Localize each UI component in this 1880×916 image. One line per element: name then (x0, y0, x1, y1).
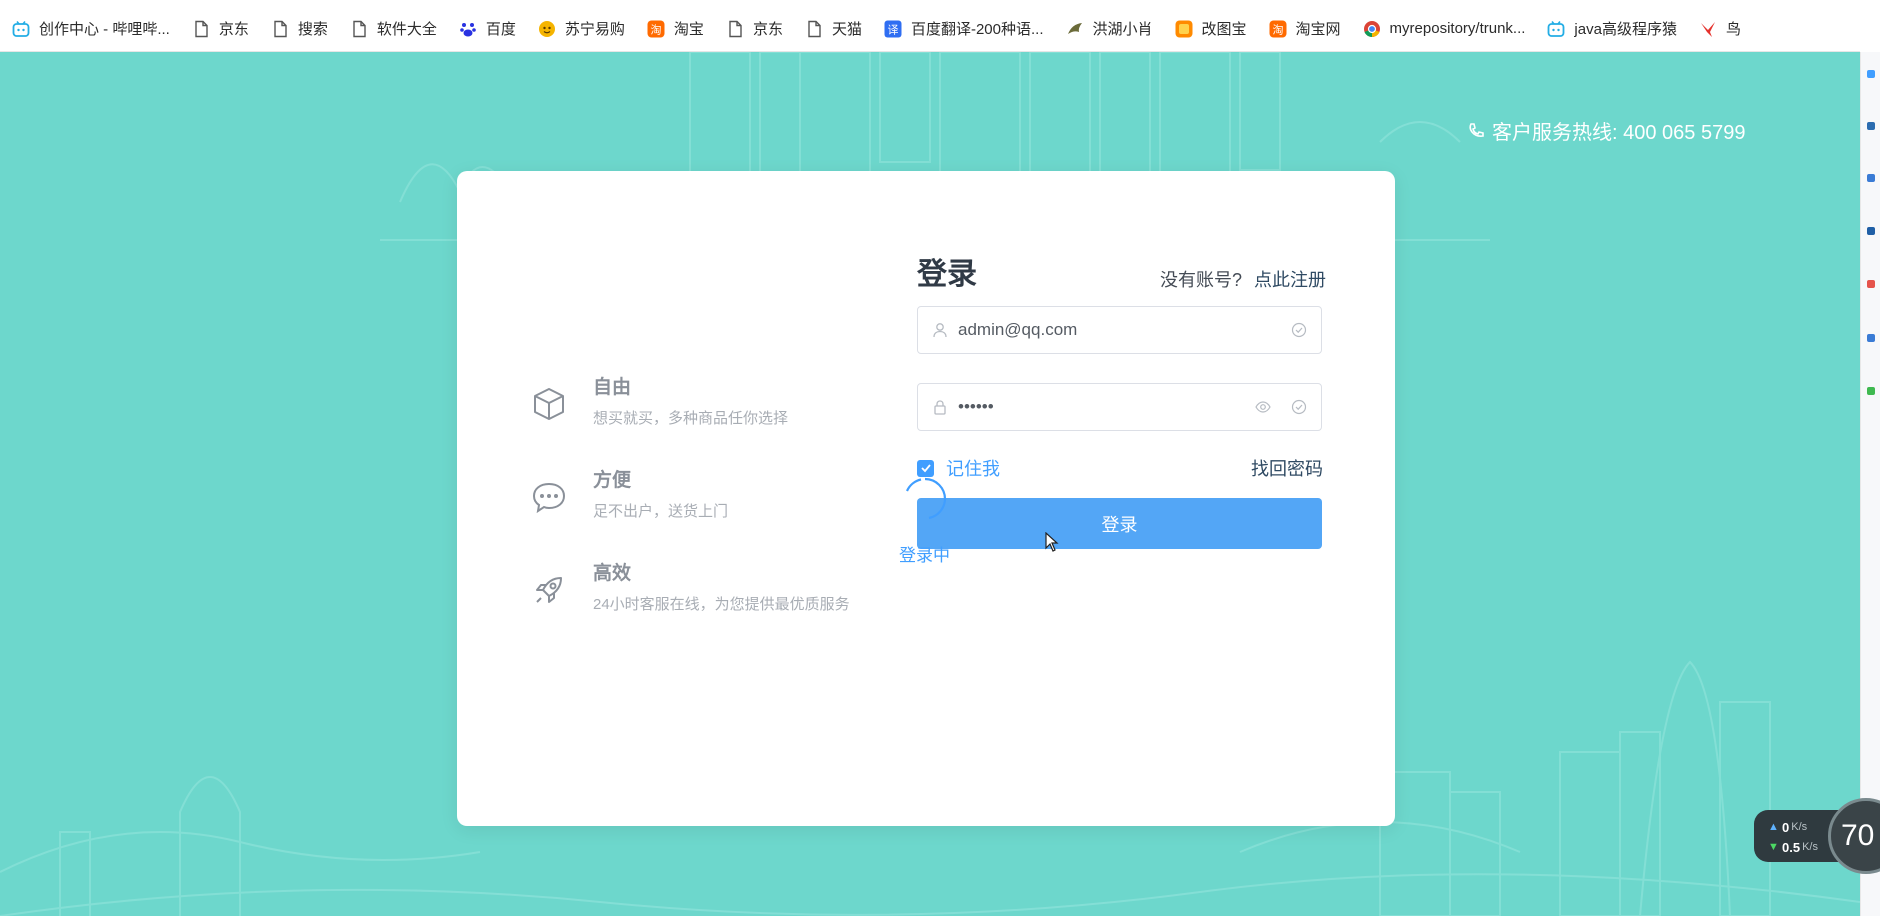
page-icon (192, 20, 210, 38)
feature-convenience: 方便 足不出户，送货上门 (531, 465, 728, 521)
bilibili-icon (1547, 20, 1565, 38)
bookmark-item[interactable]: myrepository/trunk... (1363, 20, 1526, 38)
bookmark-item[interactable]: 鸟 (1699, 18, 1741, 39)
bookmark-item[interactable]: 天猫 (805, 18, 862, 39)
right-side-panel (1860, 52, 1880, 916)
bookmark-label: 创作中心 - 哔哩哔... (39, 21, 170, 38)
bookmark-label: 淘宝网 (1295, 21, 1341, 38)
chrome-icon (1363, 20, 1381, 38)
page-icon (350, 20, 368, 38)
bilibili-icon (12, 20, 30, 38)
page-icon (271, 20, 289, 38)
feature-desc: 想买就买，多种商品任你选择 (593, 410, 789, 427)
phone-icon (1469, 122, 1484, 137)
taobao-icon: 淘 (647, 20, 665, 38)
feature-title: 高效 (593, 563, 632, 584)
feature-title: 方便 (593, 470, 632, 491)
translate-icon: 译 (884, 20, 902, 38)
baidu-icon (459, 20, 477, 38)
bookmark-label: 洪湖小肖 (1092, 21, 1153, 38)
cube-icon (534, 388, 564, 420)
bookmark-item[interactable]: java高级程序猿 (1547, 18, 1677, 39)
bookmark-item[interactable]: 创作中心 - 哔哩哔... (12, 18, 170, 39)
bookmark-label: 百度翻译-200种语... (910, 21, 1044, 38)
upload-unit: K/s (1791, 821, 1808, 833)
username-value: admin@qq.com (958, 320, 1078, 339)
bookmark-label: 苏宁易购 (564, 21, 625, 38)
bookmark-item[interactable]: 淘淘宝网 (1269, 18, 1341, 39)
no-account-text: 没有账号? (1160, 270, 1243, 290)
bookmark-label: 京东 (752, 21, 783, 38)
svg-text:淘: 淘 (650, 23, 661, 36)
loading-spinner-icon (905, 477, 947, 520)
forgot-password-link[interactable]: 找回密码 (1251, 455, 1323, 481)
lock-icon (934, 400, 946, 415)
username-field[interactable]: admin@qq.com (917, 306, 1322, 354)
hotline-text: 客户服务热线: 400 065 5799 (1492, 122, 1746, 144)
feature-title: 自由 (593, 377, 632, 398)
bookmark-label: 鸟 (1725, 21, 1741, 38)
arrow-down-icon: ▼ (1768, 841, 1779, 853)
page-icon (726, 20, 744, 38)
check-circle-icon (1291, 322, 1307, 338)
password-field[interactable]: •••••• (917, 383, 1322, 431)
svg-text:淘: 淘 (1272, 23, 1283, 36)
remember-label: 记住我 (946, 459, 1000, 479)
bookmark-item[interactable]: 软件大全 (350, 18, 437, 39)
password-value: •••••• (958, 397, 994, 416)
feature-efficiency: 高效 24小时客服在线，为您提供最优质服务 (531, 558, 850, 614)
bookmark-item[interactable]: 译百度翻译-200种语... (884, 18, 1044, 39)
bookmark-label: 搜索 (297, 21, 328, 38)
bookmark-label: java高级程序猿 (1574, 21, 1677, 38)
bird-icon (1066, 20, 1084, 38)
bookmark-label: myrepository/trunk... (1389, 20, 1526, 37)
svg-text:译: 译 (887, 23, 898, 36)
bookmark-label: 改图宝 (1201, 21, 1247, 38)
bookmark-item[interactable]: 搜索 (271, 18, 328, 39)
upload-value: 0 (1782, 819, 1790, 835)
login-title: 登录 (917, 258, 977, 291)
gaitubao-icon (1175, 20, 1193, 38)
eye-icon[interactable] (1255, 399, 1271, 415)
bookmarks-bar: 创作中心 - 哔哩哔... 京东 搜索 软件大全 百度 苏宁易购淘淘宝 京东 天猫译百度翻译-… (0, 6, 1860, 52)
register-link[interactable]: 点此注册 (1254, 266, 1326, 292)
suning-icon (538, 20, 556, 38)
taobao-icon: 淘 (1269, 20, 1287, 38)
bookmark-label: 软件大全 (376, 21, 437, 38)
login-card: 自由 想买就买，多种商品任你选择 方便 足不出户，送货上门 高效 24小时客服在… (457, 171, 1395, 826)
user-icon (933, 323, 947, 338)
loading-text: 登录中 (899, 546, 950, 565)
chat-icon (532, 482, 566, 514)
check-circle-icon (1291, 399, 1307, 415)
bookmark-label: 百度 (485, 21, 516, 38)
bookmark-label: 京东 (218, 21, 249, 38)
gauge-value: 70 (1841, 819, 1875, 852)
bookmark-item[interactable]: 苏宁易购 (538, 18, 625, 39)
customer-hotline: 客户服务热线: 400 065 5799 (1466, 116, 1745, 145)
download-value: 0.5 (1782, 839, 1801, 855)
feature-desc: 24小时客服在线，为您提供最优质服务 (593, 596, 850, 613)
login-button[interactable]: 登录 (917, 498, 1322, 549)
register-prompt: 没有账号? 点此注册 (1160, 266, 1326, 292)
mouse-cursor-icon (1045, 532, 1059, 552)
rocket-icon (536, 577, 562, 603)
bookmark-label: 天猫 (831, 21, 862, 38)
feature-desc: 足不出户，送货上门 (593, 503, 729, 520)
page-icon (805, 20, 823, 38)
bookmark-label: 淘宝 (673, 21, 704, 38)
download-unit: K/s (1802, 841, 1818, 853)
bookmark-item[interactable]: 京东 (726, 18, 783, 39)
bookmark-item[interactable]: 百度 (459, 18, 516, 39)
feature-freedom: 自由 想买就买，多种商品任你选择 (531, 372, 788, 428)
bookmark-item[interactable]: 淘淘宝 (647, 18, 704, 39)
login-button-label: 登录 (1101, 514, 1138, 535)
bookmark-item[interactable]: 京东 (192, 18, 249, 39)
arrow-up-icon: ▲ (1768, 821, 1779, 833)
bookmark-item[interactable]: 改图宝 (1175, 18, 1247, 39)
bookmark-item[interactable]: 洪湖小肖 (1066, 18, 1153, 39)
bird-red-icon (1699, 20, 1717, 38)
